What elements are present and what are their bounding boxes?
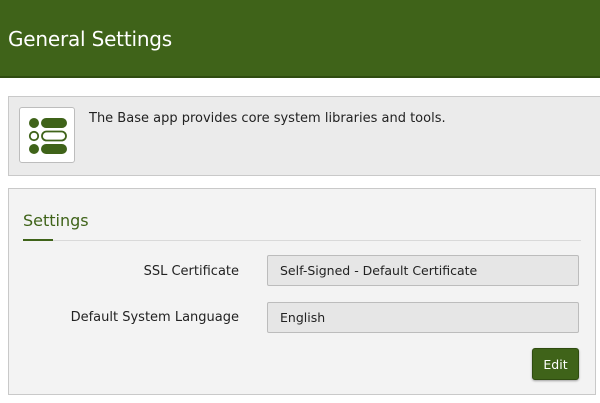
system-language-label: Default System Language (70, 310, 239, 325)
ssl-certificate-field: Self-Signed - Default Certificate (267, 255, 579, 286)
page-title: General Settings (8, 27, 173, 51)
section-divider (23, 240, 581, 241)
list-icon (19, 107, 75, 163)
ssl-certificate-label: SSL Certificate (143, 264, 239, 279)
settings-panel: Settings SSL Certificate Self-Signed - D… (8, 188, 596, 395)
system-language-field: English (267, 302, 579, 333)
app-description: The Base app provides core system librar… (89, 111, 446, 126)
section-divider-accent (23, 239, 53, 241)
edit-button[interactable]: Edit (532, 348, 579, 380)
app-info-panel: The Base app provides core system librar… (8, 96, 600, 176)
page-header: General Settings (0, 0, 600, 78)
section-title: Settings (23, 211, 89, 230)
